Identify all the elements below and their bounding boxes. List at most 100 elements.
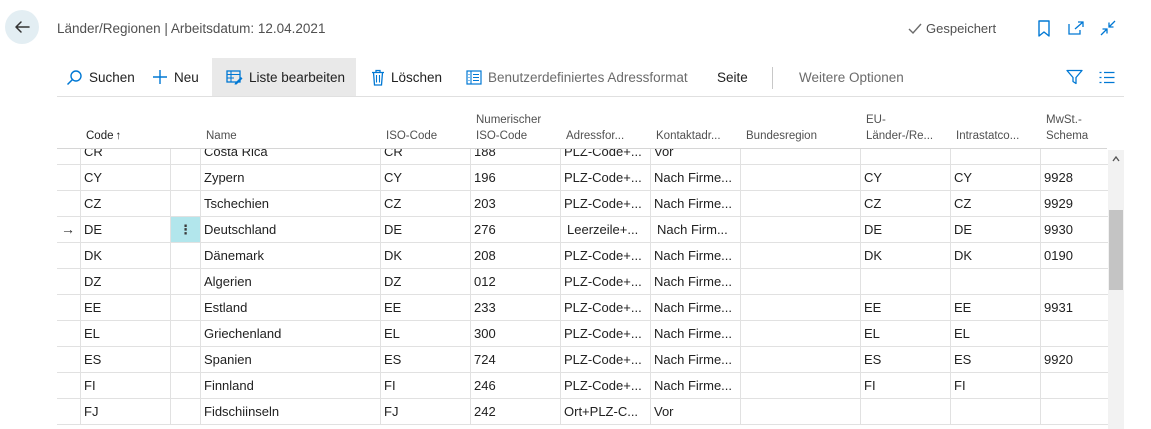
address-format-cell[interactable]: PLZ-Code+...: [560, 269, 650, 294]
table-row[interactable]: DK Dänemark DK 208 PLZ-Code+... Nach Firme...…: [57, 243, 1108, 269]
iso-code-cell[interactable]: CR: [380, 149, 470, 164]
custom-address-format-button[interactable]: Benutzerdefiniertes Adressformat: [466, 58, 688, 96]
column-header-code[interactable]: Code ↑: [86, 104, 121, 150]
eu-country-code-cell[interactable]: CZ: [860, 191, 950, 216]
scroll-up-icon[interactable]: [1111, 154, 1121, 164]
name-cell[interactable]: Spanien: [200, 347, 380, 372]
open-new-window-icon[interactable]: [1067, 19, 1085, 37]
name-cell[interactable]: Costa Rica: [200, 149, 380, 164]
code-cell[interactable]: EL: [80, 321, 170, 346]
vat-scheme-cell[interactable]: [1040, 269, 1108, 294]
column-header-eu-country-code[interactable]: EU- Länder-/Re...: [866, 104, 933, 150]
column-header-vat-scheme[interactable]: MwSt.- Schema: [1046, 104, 1088, 150]
intrastat-code-cell[interactable]: [950, 269, 1040, 294]
iso-code-cell[interactable]: FI: [380, 373, 470, 398]
numeric-iso-code-cell[interactable]: 276: [470, 217, 560, 242]
contact-address-cell[interactable]: Nach Firme...: [650, 347, 740, 372]
vat-scheme-cell[interactable]: 9920: [1040, 347, 1108, 372]
county-cell[interactable]: [740, 373, 860, 398]
numeric-iso-code-cell[interactable]: 188: [470, 149, 560, 164]
code-cell[interactable]: FJ: [80, 399, 170, 424]
column-header-contact-address[interactable]: Kontaktadr...: [656, 104, 721, 150]
vat-scheme-cell[interactable]: [1040, 321, 1108, 346]
contact-address-cell[interactable]: Nach Firme...: [650, 373, 740, 398]
intrastat-code-cell[interactable]: [950, 149, 1040, 164]
eu-country-code-cell[interactable]: [860, 269, 950, 294]
address-format-cell[interactable]: PLZ-Code+...: [560, 295, 650, 320]
name-cell[interactable]: Griechenland: [200, 321, 380, 346]
vat-scheme-cell[interactable]: [1040, 149, 1108, 164]
contact-address-cell[interactable]: Nach Firme...: [650, 321, 740, 346]
numeric-iso-code-cell[interactable]: 300: [470, 321, 560, 346]
vat-scheme-cell[interactable]: 0190: [1040, 243, 1108, 268]
code-cell[interactable]: CY: [80, 165, 170, 190]
column-header-numeric-iso-code[interactable]: Numerischer ISO-Code: [476, 104, 541, 150]
county-cell[interactable]: [740, 399, 860, 424]
numeric-iso-code-cell[interactable]: 724: [470, 347, 560, 372]
vat-scheme-cell[interactable]: 9928: [1040, 165, 1108, 190]
address-format-cell[interactable]: PLZ-Code+...: [560, 347, 650, 372]
name-cell[interactable]: Algerien: [200, 269, 380, 294]
address-format-cell[interactable]: Ort+PLZ-C...: [560, 399, 650, 424]
table-row[interactable]: CZ Tschechien CZ 203 PLZ-Code+... Nach Firme.…: [57, 191, 1108, 217]
vat-scheme-cell[interactable]: [1040, 399, 1108, 424]
intrastat-code-cell[interactable]: CZ: [950, 191, 1040, 216]
table-row[interactable]: FI Finnland FI 246 PLZ-Code+... Nach Firme...…: [57, 373, 1108, 399]
county-cell[interactable]: [740, 191, 860, 216]
iso-code-cell[interactable]: CY: [380, 165, 470, 190]
table-row[interactable]: EE Estland EE 233 PLZ-Code+... Nach Firme... E…: [57, 295, 1108, 321]
delete-button[interactable]: Löschen: [371, 58, 442, 96]
new-button[interactable]: Neu: [152, 58, 199, 96]
numeric-iso-code-cell[interactable]: 242: [470, 399, 560, 424]
intrastat-code-cell[interactable]: DK: [950, 243, 1040, 268]
column-header-county[interactable]: Bundesregion: [746, 104, 817, 150]
table-row[interactable]: EL Griechenland EL 300 PLZ-Code+... Nach Firm…: [57, 321, 1108, 347]
iso-code-cell[interactable]: CZ: [380, 191, 470, 216]
intrastat-code-cell[interactable]: ES: [950, 347, 1040, 372]
name-cell[interactable]: Zypern: [200, 165, 380, 190]
numeric-iso-code-cell[interactable]: 196: [470, 165, 560, 190]
filter-button[interactable]: [1066, 58, 1083, 96]
numeric-iso-code-cell[interactable]: 208: [470, 243, 560, 268]
name-cell[interactable]: Deutschland: [200, 217, 380, 242]
scrollbar-thumb[interactable]: [1109, 210, 1123, 290]
iso-code-cell[interactable]: EL: [380, 321, 470, 346]
iso-code-cell[interactable]: ES: [380, 347, 470, 372]
iso-code-cell[interactable]: DK: [380, 243, 470, 268]
eu-country-code-cell[interactable]: EL: [860, 321, 950, 346]
intrastat-code-cell[interactable]: EL: [950, 321, 1040, 346]
county-cell[interactable]: [740, 149, 860, 164]
address-format-cell[interactable]: PLZ-Code+...: [560, 321, 650, 346]
contact-address-cell[interactable]: Nach Firme...: [650, 165, 740, 190]
intrastat-code-cell[interactable]: FI: [950, 373, 1040, 398]
table-row[interactable]: DZ Algerien DZ 012 PLZ-Code+... Nach Firme...: [57, 269, 1108, 295]
code-cell[interactable]: DZ: [80, 269, 170, 294]
county-cell[interactable]: [740, 165, 860, 190]
row-actions-menu-icon[interactable]: ⋮: [170, 217, 200, 242]
iso-code-cell[interactable]: DZ: [380, 269, 470, 294]
code-cell[interactable]: ES: [80, 347, 170, 372]
contact-address-cell[interactable]: Vor: [650, 399, 740, 424]
vat-scheme-cell[interactable]: 9930: [1040, 217, 1108, 242]
column-header-name[interactable]: Name: [206, 104, 237, 150]
search-button[interactable]: Suchen: [66, 58, 135, 96]
intrastat-code-cell[interactable]: CY: [950, 165, 1040, 190]
page-menu-button[interactable]: Seite: [717, 58, 748, 96]
intrastat-code-cell[interactable]: DE: [950, 217, 1040, 242]
list-view-button[interactable]: [1099, 58, 1115, 96]
table-row[interactable]: → DE ⋮ Deutschland DE 276 Leerzeile+... Nach Fi…: [57, 217, 1108, 243]
column-header-address-format[interactable]: Adressfor...: [566, 104, 624, 150]
name-cell[interactable]: Tschechien: [200, 191, 380, 216]
name-cell[interactable]: Finnland: [200, 373, 380, 398]
name-cell[interactable]: Estland: [200, 295, 380, 320]
column-header-iso-code[interactable]: ISO-Code: [386, 104, 437, 150]
contact-address-cell[interactable]: Vor: [650, 149, 740, 164]
column-header-intrastat-code[interactable]: Intrastatco...: [956, 104, 1019, 150]
intrastat-code-cell[interactable]: [950, 399, 1040, 424]
county-cell[interactable]: [740, 321, 860, 346]
name-cell[interactable]: Dänemark: [200, 243, 380, 268]
numeric-iso-code-cell[interactable]: 246: [470, 373, 560, 398]
numeric-iso-code-cell[interactable]: 012: [470, 269, 560, 294]
eu-country-code-cell[interactable]: CY: [860, 165, 950, 190]
address-format-cell[interactable]: PLZ-Code+...: [560, 243, 650, 268]
